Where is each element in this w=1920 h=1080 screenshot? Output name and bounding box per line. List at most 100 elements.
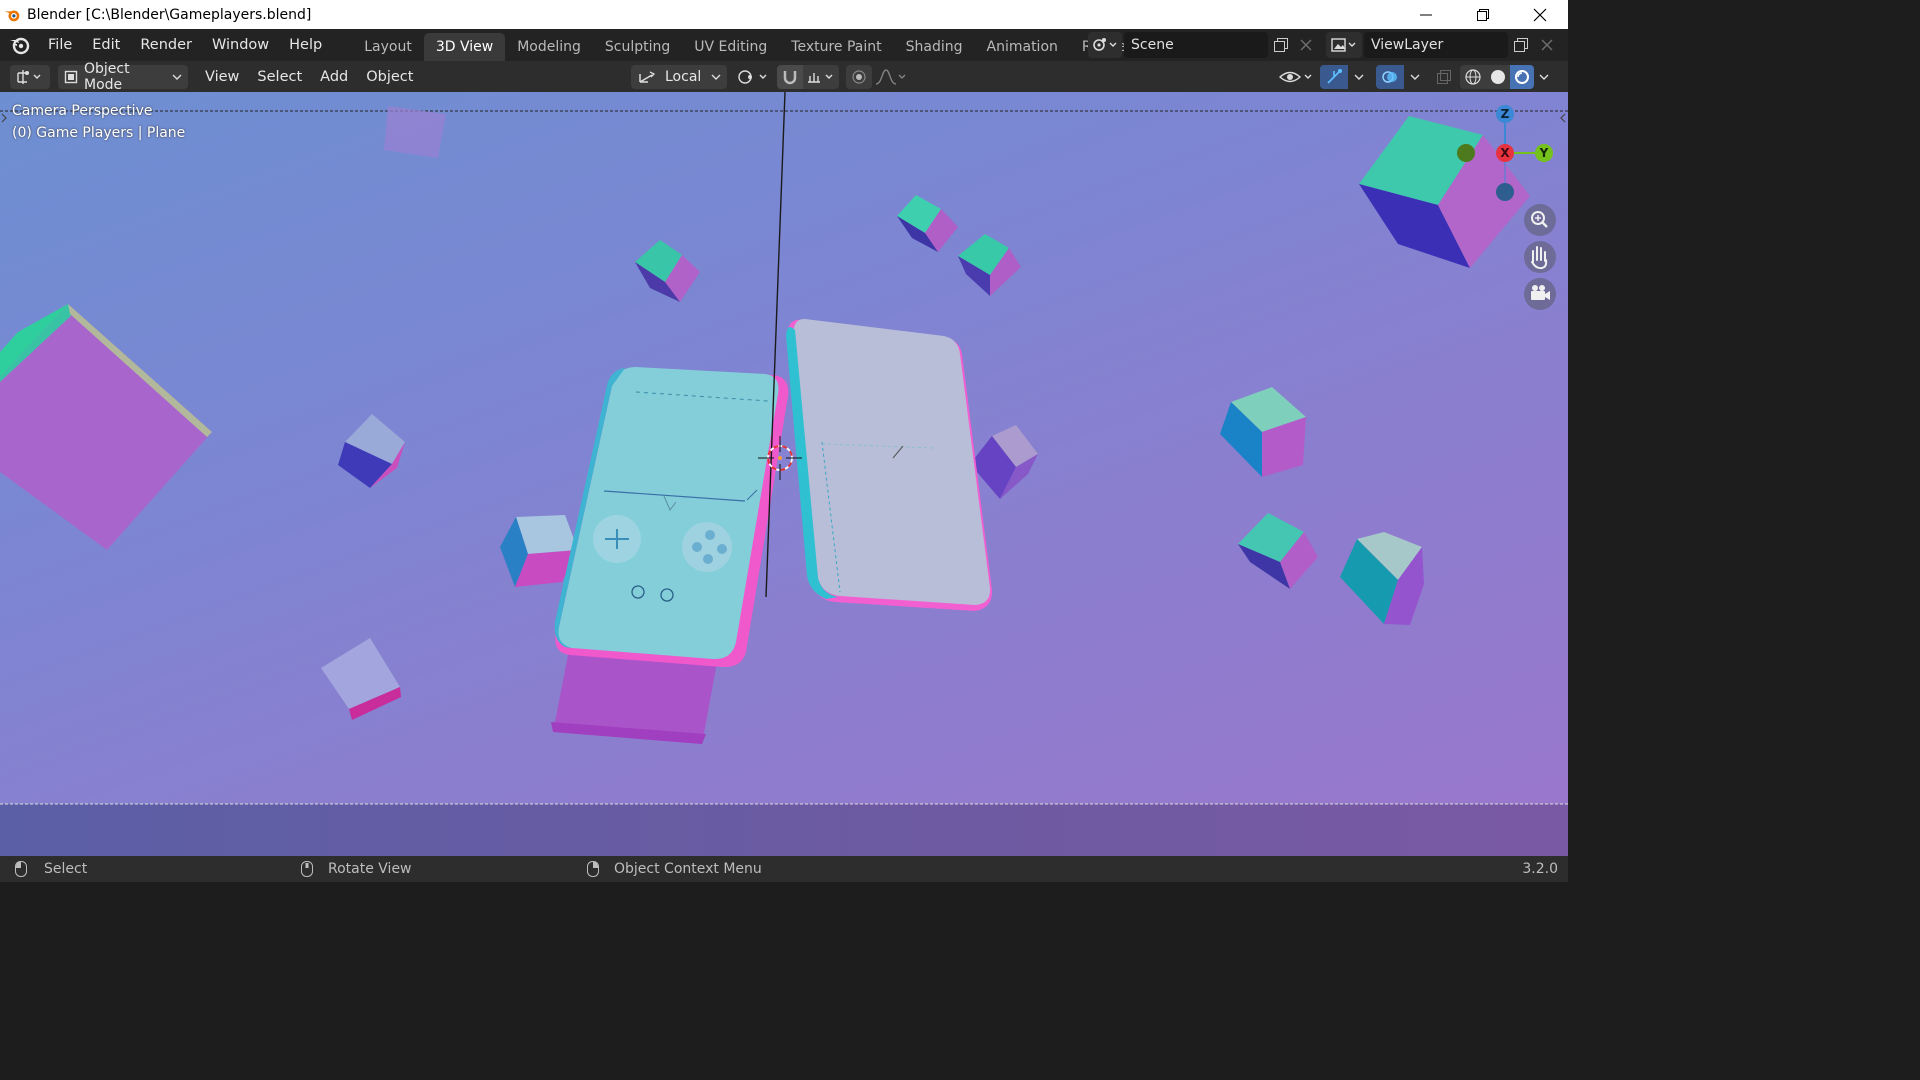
object-mode-icon <box>64 70 78 83</box>
scene-icon <box>1093 38 1117 51</box>
chevron-down-icon <box>172 74 182 80</box>
overlays-toggle[interactable] <box>1376 64 1404 89</box>
transform-orientation-label: Local <box>665 68 702 85</box>
snap-target-dropdown[interactable] <box>803 64 839 89</box>
shading-wireframe-button[interactable] <box>1460 64 1486 89</box>
proportional-icon <box>852 69 866 84</box>
chevron-down-icon <box>1539 74 1549 80</box>
menu-add[interactable]: Add <box>311 69 357 85</box>
tab-uv-editing[interactable]: UV Editing <box>682 33 779 61</box>
gizmo-dropdown[interactable] <box>1348 65 1370 89</box>
falloff-curve-icon <box>875 68 906 85</box>
gizmo-z-label: Z <box>1501 107 1510 121</box>
menu-select[interactable]: Select <box>248 69 311 85</box>
view-layer-name: ViewLayer <box>1371 37 1444 53</box>
menu-window[interactable]: Window <box>202 33 279 57</box>
visibility-dropdown[interactable] <box>1276 65 1316 89</box>
menu-render[interactable]: Render <box>130 33 202 57</box>
duplicate-icon <box>1514 38 1528 52</box>
mouse-middle-icon <box>301 861 313 877</box>
chevron-down-icon <box>1410 74 1420 80</box>
wireframe-sphere-icon <box>1465 68 1481 85</box>
cube-faint-top <box>384 106 446 158</box>
material-sphere-icon <box>1515 69 1529 84</box>
zoom-button[interactable] <box>1524 204 1556 236</box>
menu-help[interactable]: Help <box>279 33 332 57</box>
snap-increment-icon <box>808 72 833 83</box>
tab-shading[interactable]: Shading <box>894 33 975 61</box>
scene-name-field[interactable]: Scene <box>1124 32 1268 58</box>
tab-texture-paint[interactable]: Texture Paint <box>779 33 893 61</box>
minimize-button[interactable] <box>1397 0 1454 29</box>
blender-menu-icon[interactable] <box>8 33 32 57</box>
tab-layout[interactable]: Layout <box>352 33 424 61</box>
status-context-label: Object Context Menu <box>614 861 762 877</box>
cube-top-right-2 <box>958 234 1021 296</box>
shading-dropdown[interactable] <box>1534 65 1554 89</box>
device-teal-handheld <box>551 367 789 744</box>
close-icon <box>1300 39 1312 51</box>
blender-version: 3.2.0 <box>1522 861 1558 877</box>
status-select: Select <box>14 860 87 878</box>
new-view-layer-button[interactable] <box>1509 34 1533 56</box>
delete-scene-button[interactable] <box>1295 34 1317 56</box>
toolbar-toggle-icon[interactable] <box>1 113 7 123</box>
restore-icon <box>1476 8 1489 21</box>
viewport-scene: Z Y X <box>0 92 1568 805</box>
tab-modeling[interactable]: Modeling <box>505 33 593 61</box>
cube-right-mid <box>1220 387 1306 477</box>
menu-object[interactable]: Object <box>357 69 422 85</box>
3d-viewport[interactable]: Z Y X Camera Perspective (0) Game Player… <box>0 92 1568 856</box>
gizmo-neg-y[interactable] <box>1457 144 1475 162</box>
object-mode-label: Object Mode <box>84 60 130 93</box>
menu-file[interactable]: File <box>38 33 82 57</box>
xray-toggle[interactable] <box>1432 65 1456 89</box>
chevron-down-icon <box>711 74 721 80</box>
chevron-down-icon <box>1354 74 1364 80</box>
menu-edit[interactable]: Edit <box>82 33 130 57</box>
view-layer-browse-button[interactable] <box>1326 32 1362 58</box>
transform-orientation-dropdown[interactable]: Local <box>631 64 727 89</box>
cube-right-low-1 <box>1238 513 1318 589</box>
new-scene-button[interactable] <box>1269 34 1293 56</box>
xray-icon <box>1437 69 1451 84</box>
editor-type-dropdown[interactable] <box>10 64 50 89</box>
camera-view-button[interactable] <box>1524 278 1556 310</box>
gizmo-y-label: Y <box>1539 146 1549 160</box>
proportional-falloff-dropdown[interactable] <box>872 65 910 89</box>
sidebar-toggle-icon[interactable] <box>1560 113 1566 123</box>
cube-right-low-2 <box>1340 532 1424 625</box>
status-bar: Select Rotate View Object Context Menu 3… <box>0 856 1568 882</box>
overlays-dropdown[interactable] <box>1404 65 1426 89</box>
gizmo-x-label: X <box>1500 146 1510 160</box>
pan-button[interactable] <box>1524 241 1556 273</box>
snap-toggle[interactable] <box>777 64 803 89</box>
proportional-editing-toggle[interactable] <box>846 64 872 89</box>
duplicate-icon <box>1274 38 1288 52</box>
scene-browse-button[interactable] <box>1088 32 1122 58</box>
gizmo-toggle[interactable] <box>1320 64 1348 89</box>
camera-line <box>765 92 786 598</box>
shading-solid-button[interactable] <box>1486 64 1510 89</box>
status-rotate: Rotate View <box>300 860 412 878</box>
delete-view-layer-button[interactable] <box>1536 34 1558 56</box>
magnet-icon <box>783 70 797 84</box>
gizmo-neg-z[interactable] <box>1496 183 1514 201</box>
tab-3d-view[interactable]: 3D View <box>423 33 506 61</box>
close-button[interactable] <box>1511 0 1568 29</box>
scene-name: Scene <box>1131 37 1174 53</box>
view-layer-name-field[interactable]: ViewLayer <box>1364 32 1508 58</box>
tab-sculpting[interactable]: Sculpting <box>593 33 682 61</box>
object-mode-dropdown[interactable]: Object Mode <box>58 61 188 93</box>
pivot-point-dropdown[interactable] <box>734 65 772 89</box>
cube-small-left <box>338 414 405 488</box>
cube-large-left <box>0 304 212 550</box>
menu-view[interactable]: View <box>196 69 248 85</box>
orientation-icon <box>639 70 656 83</box>
device-gray-back <box>786 318 993 611</box>
tab-animation[interactable]: Animation <box>975 33 1070 61</box>
blender-logo-icon <box>4 10 20 21</box>
blender-top-bar: File Edit Render Window Help Layout 3D V… <box>0 29 1568 61</box>
shading-material-button[interactable] <box>1510 64 1534 89</box>
restore-button[interactable] <box>1454 0 1511 29</box>
